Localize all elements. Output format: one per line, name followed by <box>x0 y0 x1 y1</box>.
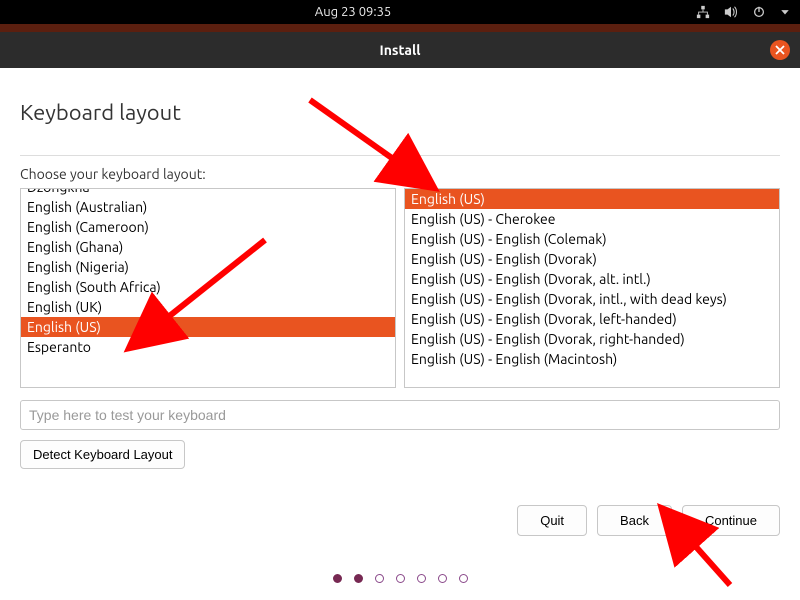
panel-status-area[interactable] <box>696 5 790 19</box>
list-item[interactable]: English (US) <box>21 317 395 337</box>
keyboard-test-input[interactable] <box>20 400 780 430</box>
list-item[interactable]: English (US) - English (Dvorak, intl., w… <box>405 289 779 309</box>
progress-dot <box>333 574 342 583</box>
gnome-top-panel: Aug 23 09:35 <box>0 0 800 24</box>
progress-dot <box>375 574 384 583</box>
quit-button[interactable]: Quit <box>517 505 587 536</box>
close-icon <box>775 45 785 55</box>
subheading: Choose your keyboard layout: <box>20 166 780 182</box>
installer-content: Keyboard layout Choose your keyboard lay… <box>0 68 800 583</box>
list-item[interactable]: English (US) - Cherokee <box>405 209 779 229</box>
list-item[interactable]: Esperanto <box>21 337 395 357</box>
detect-layout-button[interactable]: Detect Keyboard Layout <box>20 440 185 469</box>
wizard-progress-dots <box>20 574 780 583</box>
progress-dot <box>396 574 405 583</box>
list-item[interactable]: English (Australian) <box>21 197 395 217</box>
list-item[interactable]: English (Cameroon) <box>21 217 395 237</box>
chevron-down-icon <box>780 5 790 19</box>
layout-language-list[interactable]: DzongkhaEnglish (Australian)English (Cam… <box>20 188 396 388</box>
divider <box>20 155 780 156</box>
list-item[interactable]: English (South Africa) <box>21 277 395 297</box>
list-item[interactable]: English (UK) <box>21 297 395 317</box>
progress-dot <box>417 574 426 583</box>
panel-datetime[interactable]: Aug 23 09:35 <box>10 5 696 19</box>
continue-button[interactable]: Continue <box>682 505 780 536</box>
power-icon <box>752 5 766 19</box>
list-item[interactable]: English (Ghana) <box>21 237 395 257</box>
progress-dot <box>354 574 363 583</box>
list-item[interactable]: English (US) - English (Dvorak) <box>405 249 779 269</box>
list-item[interactable]: English (US) - English (Colemak) <box>405 229 779 249</box>
list-item[interactable]: English (US) <box>405 189 779 209</box>
wizard-nav-buttons: Quit Back Continue <box>20 505 780 536</box>
back-button[interactable]: Back <box>597 505 672 536</box>
layout-variant-list[interactable]: English (US)English (US) - CherokeeEngli… <box>404 188 780 388</box>
window-accent-bar <box>0 24 800 32</box>
keyboard-lists: DzongkhaEnglish (Australian)English (Cam… <box>20 188 780 388</box>
page-heading: Keyboard layout <box>20 100 780 125</box>
list-item[interactable]: English (US) - English (Dvorak, right-ha… <box>405 329 779 349</box>
volume-icon <box>724 5 738 19</box>
window-titlebar: Install <box>0 32 800 68</box>
list-item[interactable]: English (US) - English (Dvorak, alt. int… <box>405 269 779 289</box>
network-icon <box>696 5 710 19</box>
list-item[interactable]: English (Nigeria) <box>21 257 395 277</box>
progress-dot <box>459 574 468 583</box>
window-title: Install <box>380 42 421 58</box>
list-item[interactable]: English (US) - English (Macintosh) <box>405 349 779 369</box>
close-button[interactable] <box>770 40 790 60</box>
list-item[interactable]: Dzongkha <box>21 188 395 197</box>
progress-dot <box>438 574 447 583</box>
list-item[interactable]: English (US) - English (Dvorak, left-han… <box>405 309 779 329</box>
